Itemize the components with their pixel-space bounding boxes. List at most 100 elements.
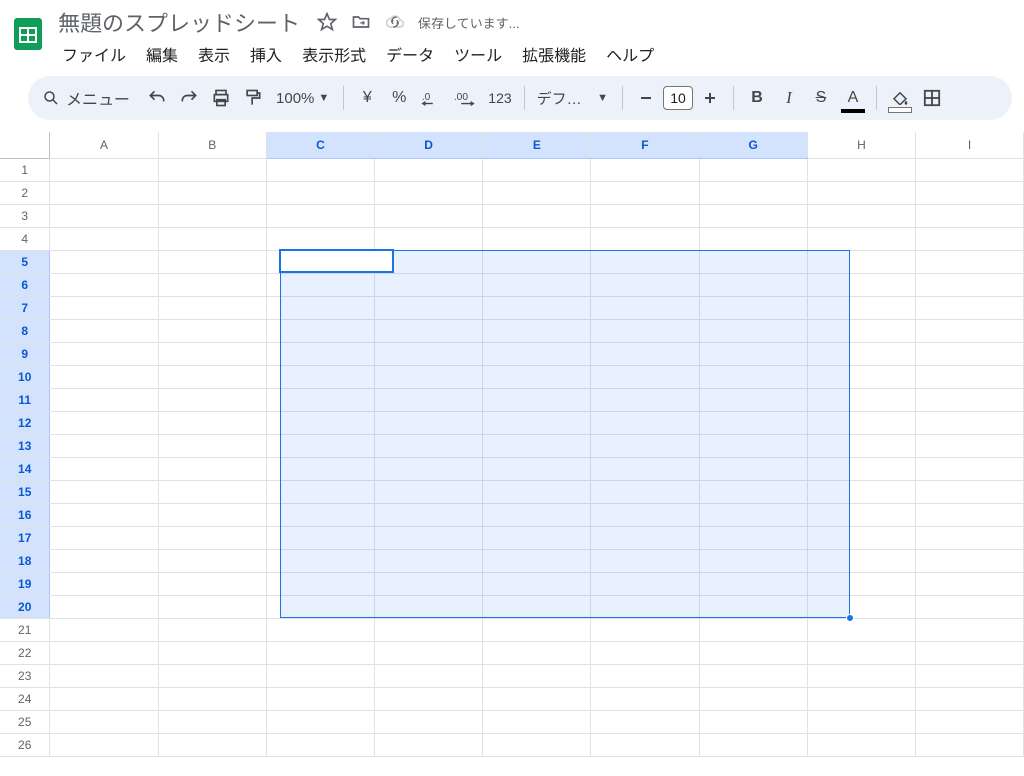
percent-button[interactable]: % <box>384 83 414 113</box>
font-size-decrease[interactable] <box>631 83 661 113</box>
cell-F12[interactable] <box>591 411 699 434</box>
strikethrough-button[interactable]: S <box>806 83 836 113</box>
cell-A14[interactable] <box>50 457 158 480</box>
cell-C24[interactable] <box>266 687 374 710</box>
cell-A5[interactable] <box>50 250 158 273</box>
cell-G12[interactable] <box>699 411 807 434</box>
font-size-input[interactable]: 10 <box>663 86 693 110</box>
row-header-9[interactable]: 9 <box>0 342 50 365</box>
menu-insert[interactable]: 挿入 <box>242 38 290 70</box>
cell-D11[interactable] <box>375 388 483 411</box>
cell-H6[interactable] <box>807 273 915 296</box>
cell-G2[interactable] <box>699 181 807 204</box>
cell-F2[interactable] <box>591 181 699 204</box>
cell-E5[interactable] <box>483 250 591 273</box>
cell-D9[interactable] <box>375 342 483 365</box>
cell-B23[interactable] <box>158 664 266 687</box>
cell-H17[interactable] <box>807 526 915 549</box>
cell-F5[interactable] <box>591 250 699 273</box>
cell-C4[interactable] <box>266 227 374 250</box>
cell-H15[interactable] <box>807 480 915 503</box>
cell-E25[interactable] <box>483 710 591 733</box>
cell-F23[interactable] <box>591 664 699 687</box>
cell-E8[interactable] <box>483 319 591 342</box>
cell-I22[interactable] <box>916 641 1024 664</box>
row-header-12[interactable]: 12 <box>0 411 50 434</box>
paint-format-button[interactable] <box>238 83 268 113</box>
cell-B21[interactable] <box>158 618 266 641</box>
cell-F19[interactable] <box>591 572 699 595</box>
folder-move-icon[interactable] <box>350 11 372 33</box>
cell-G5[interactable] <box>699 250 807 273</box>
cell-I7[interactable] <box>916 296 1024 319</box>
cell-B6[interactable] <box>158 273 266 296</box>
cell-G13[interactable] <box>699 434 807 457</box>
cell-A1[interactable] <box>50 158 158 181</box>
cell-F18[interactable] <box>591 549 699 572</box>
cell-G11[interactable] <box>699 388 807 411</box>
row-header-15[interactable]: 15 <box>0 480 50 503</box>
cell-E12[interactable] <box>483 411 591 434</box>
cell-C7[interactable] <box>266 296 374 319</box>
print-button[interactable] <box>206 83 236 113</box>
select-all-corner[interactable] <box>0 132 50 158</box>
cell-E2[interactable] <box>483 181 591 204</box>
cell-B18[interactable] <box>158 549 266 572</box>
bold-button[interactable]: B <box>742 83 772 113</box>
cell-H23[interactable] <box>807 664 915 687</box>
cell-D13[interactable] <box>375 434 483 457</box>
row-header-5[interactable]: 5 <box>0 250 50 273</box>
star-icon[interactable] <box>316 11 338 33</box>
cell-D6[interactable] <box>375 273 483 296</box>
cell-G17[interactable] <box>699 526 807 549</box>
decrease-decimal-button[interactable]: .0 <box>416 83 446 113</box>
cell-I26[interactable] <box>916 733 1024 756</box>
row-header-21[interactable]: 21 <box>0 618 50 641</box>
text-color-button[interactable]: A <box>838 83 868 113</box>
column-header-F[interactable]: F <box>591 132 699 158</box>
column-header-E[interactable]: E <box>483 132 591 158</box>
cell-B25[interactable] <box>158 710 266 733</box>
cell-D3[interactable] <box>375 204 483 227</box>
cell-G23[interactable] <box>699 664 807 687</box>
cell-B14[interactable] <box>158 457 266 480</box>
cell-H3[interactable] <box>807 204 915 227</box>
cell-E13[interactable] <box>483 434 591 457</box>
redo-button[interactable] <box>174 83 204 113</box>
cell-A7[interactable] <box>50 296 158 319</box>
cell-E24[interactable] <box>483 687 591 710</box>
cell-H19[interactable] <box>807 572 915 595</box>
cell-H10[interactable] <box>807 365 915 388</box>
menu-search[interactable]: メニュー <box>38 86 140 110</box>
cell-I8[interactable] <box>916 319 1024 342</box>
row-header-20[interactable]: 20 <box>0 595 50 618</box>
menu-format[interactable]: 表示形式 <box>294 38 374 70</box>
cell-D25[interactable] <box>375 710 483 733</box>
cell-D5[interactable] <box>375 250 483 273</box>
cell-F6[interactable] <box>591 273 699 296</box>
cell-I14[interactable] <box>916 457 1024 480</box>
menu-view[interactable]: 表示 <box>190 38 238 70</box>
cell-D19[interactable] <box>375 572 483 595</box>
cell-F25[interactable] <box>591 710 699 733</box>
cell-G22[interactable] <box>699 641 807 664</box>
cell-D12[interactable] <box>375 411 483 434</box>
document-title[interactable]: 無題のスプレッドシート <box>54 4 304 40</box>
cell-I6[interactable] <box>916 273 1024 296</box>
cell-H22[interactable] <box>807 641 915 664</box>
cell-D21[interactable] <box>375 618 483 641</box>
cell-F9[interactable] <box>591 342 699 365</box>
cell-B22[interactable] <box>158 641 266 664</box>
cell-G18[interactable] <box>699 549 807 572</box>
cell-E7[interactable] <box>483 296 591 319</box>
cell-E11[interactable] <box>483 388 591 411</box>
cell-A9[interactable] <box>50 342 158 365</box>
cell-D18[interactable] <box>375 549 483 572</box>
number-format-button[interactable]: 123 <box>484 83 515 113</box>
cell-F10[interactable] <box>591 365 699 388</box>
cell-C26[interactable] <box>266 733 374 756</box>
cell-B9[interactable] <box>158 342 266 365</box>
cell-I17[interactable] <box>916 526 1024 549</box>
cell-I2[interactable] <box>916 181 1024 204</box>
cell-F24[interactable] <box>591 687 699 710</box>
